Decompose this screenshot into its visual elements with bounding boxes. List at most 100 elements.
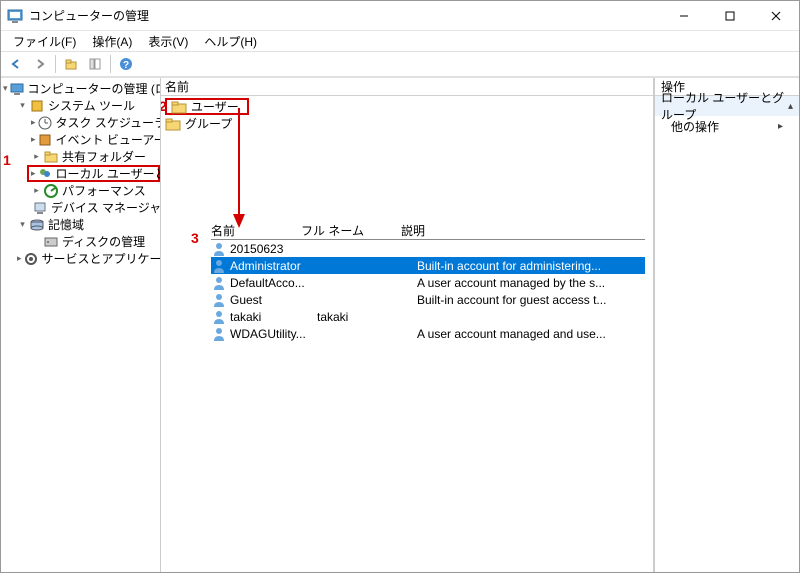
- up-button[interactable]: [60, 53, 82, 75]
- chevron-up-icon: ▴: [788, 101, 793, 112]
- expand-icon[interactable]: ▸: [31, 185, 42, 196]
- blank-icon: [31, 236, 42, 247]
- user-description: A user account managed and use...: [417, 327, 645, 341]
- computer-management-window: コンピューターの管理 ファイル(F) 操作(A) 表示(V) ヘルプ(H) ? …: [0, 0, 800, 573]
- event-icon: [37, 132, 53, 148]
- actions-panel: 操作 ローカル ユーザーとグループ ▴ 他の操作 ▸: [654, 78, 799, 572]
- close-button[interactable]: [753, 1, 799, 31]
- toolbar-separator: [55, 55, 56, 73]
- user-icon: [211, 292, 227, 308]
- user-row[interactable]: DefaultAcco... A user account managed by …: [211, 274, 645, 291]
- expand-icon[interactable]: ▸: [17, 253, 22, 264]
- tree-shared-folders[interactable]: ▸共有フォルダー: [29, 148, 160, 165]
- collapse-icon[interactable]: ▾: [17, 219, 28, 230]
- center-panel: 名前 2 ユーザー グループ 3: [161, 78, 654, 572]
- clock-icon: [37, 115, 53, 131]
- tree-services-apps[interactable]: ▸サービスとアプリケーション: [15, 250, 160, 267]
- show-hide-tree-button[interactable]: [84, 53, 106, 75]
- disk-icon: [43, 234, 59, 250]
- user-list-area: 名前 フル ネーム 説明 20150623 Administrator Built-…: [161, 222, 653, 342]
- forward-button[interactable]: [29, 53, 51, 75]
- user-row[interactable]: 20150623: [211, 240, 645, 257]
- user-name: WDAGUtility...: [230, 327, 317, 341]
- annotation-2: 2: [161, 98, 167, 114]
- expand-icon[interactable]: ▸: [31, 117, 36, 128]
- window-title: コンピューターの管理: [29, 7, 661, 24]
- performance-icon: [43, 183, 59, 199]
- tree-performance[interactable]: ▸パフォーマンス: [29, 182, 160, 199]
- col-description[interactable]: 説明: [401, 222, 645, 239]
- user-icon: [211, 309, 227, 325]
- center-column-header[interactable]: 名前: [161, 78, 653, 96]
- user-icon: [211, 241, 227, 257]
- minimize-button[interactable]: [661, 1, 707, 31]
- tree-storage[interactable]: ▾記憶域: [15, 216, 160, 233]
- svg-text:?: ?: [123, 60, 129, 71]
- menu-view[interactable]: 表示(V): [140, 31, 196, 52]
- shared-folder-icon: [43, 149, 59, 165]
- toolbar-separator: [110, 55, 111, 73]
- user-row[interactable]: takakitakaki: [211, 308, 645, 325]
- user-icon: [211, 275, 227, 291]
- user-name: takaki: [230, 310, 317, 324]
- user-description: A user account managed by the s...: [417, 276, 645, 290]
- tree-system-tools[interactable]: ▾ システム ツール: [15, 97, 160, 114]
- chevron-right-icon: ▸: [778, 121, 783, 132]
- maximize-button[interactable]: [707, 1, 753, 31]
- services-icon: [23, 251, 39, 267]
- tree-root[interactable]: ▾ コンピューターの管理 (ローカル): [1, 80, 160, 97]
- user-row[interactable]: Administrator Built-in account for admini…: [211, 257, 645, 274]
- menu-bar: ファイル(F) 操作(A) 表示(V) ヘルプ(H): [1, 31, 799, 51]
- title-bar: コンピューターの管理: [1, 1, 799, 31]
- collapse-icon[interactable]: ▾: [17, 100, 28, 111]
- user-description: Built-in account for administering...: [417, 259, 645, 273]
- tree-event-viewer[interactable]: ▸イベント ビューアー: [29, 131, 160, 148]
- app-icon: [7, 8, 23, 24]
- main-area: 1 ▾ コンピューターの管理 (ローカル) ▾ システム ツール: [1, 77, 799, 572]
- actions-more-label: 他の操作: [671, 118, 719, 135]
- users-icon: [37, 166, 53, 182]
- folder-users[interactable]: ユーザー: [165, 98, 249, 115]
- user-rows: 20150623 Administrator Built-in account fo…: [211, 240, 645, 342]
- user-description: Built-in account for guest access t...: [417, 293, 645, 307]
- col-fullname[interactable]: フル ネーム: [301, 222, 401, 239]
- col-name[interactable]: 名前: [211, 222, 301, 239]
- expand-icon[interactable]: ▸: [31, 151, 42, 162]
- folder-users-label: ユーザー: [191, 98, 239, 115]
- user-name: Administrator: [230, 259, 317, 273]
- user-row[interactable]: WDAGUtility... A user account managed and…: [211, 325, 645, 342]
- annotation-1: 1: [3, 152, 11, 168]
- menu-file[interactable]: ファイル(F): [5, 31, 84, 52]
- user-fullname: takaki: [317, 310, 417, 324]
- computer-icon: [9, 81, 25, 97]
- tree-local-users-groups[interactable]: ▸ローカル ユーザーとグループ: [27, 165, 160, 182]
- expand-icon[interactable]: ▸: [31, 134, 36, 145]
- actions-section[interactable]: ローカル ユーザーとグループ ▴: [655, 96, 799, 116]
- tree-task-scheduler[interactable]: ▸タスク スケジューラ: [29, 114, 160, 131]
- user-name: DefaultAcco...: [230, 276, 317, 290]
- tree-panel: 1 ▾ コンピューターの管理 (ローカル) ▾ システム ツール: [1, 78, 161, 572]
- storage-icon: [29, 217, 45, 233]
- folder-groups[interactable]: グループ: [161, 115, 653, 132]
- tools-icon: [29, 98, 45, 114]
- folder-icon: [165, 116, 181, 132]
- help-button[interactable]: ?: [115, 53, 137, 75]
- folder-groups-label: グループ: [185, 115, 232, 132]
- user-name: 20150623: [230, 242, 317, 256]
- collapse-icon[interactable]: ▾: [3, 83, 8, 94]
- user-row[interactable]: Guest Built-in account for guest access t…: [211, 291, 645, 308]
- menu-help[interactable]: ヘルプ(H): [196, 31, 265, 52]
- user-columns-header: 名前 フル ネーム 説明: [211, 222, 645, 240]
- back-button[interactable]: [5, 53, 27, 75]
- folder-list: ユーザー グループ: [161, 96, 653, 134]
- user-icon: [211, 326, 227, 342]
- device-icon: [32, 200, 48, 216]
- menu-action[interactable]: 操作(A): [84, 31, 140, 52]
- expand-icon[interactable]: ▸: [31, 168, 36, 179]
- user-icon: [211, 258, 227, 274]
- user-name: Guest: [230, 293, 317, 307]
- tree-disk-management[interactable]: ディスクの管理: [29, 233, 160, 250]
- toolbar: ?: [1, 51, 799, 77]
- folder-icon: [171, 99, 187, 115]
- tree-device-manager[interactable]: デバイス マネージャー: [29, 199, 160, 216]
